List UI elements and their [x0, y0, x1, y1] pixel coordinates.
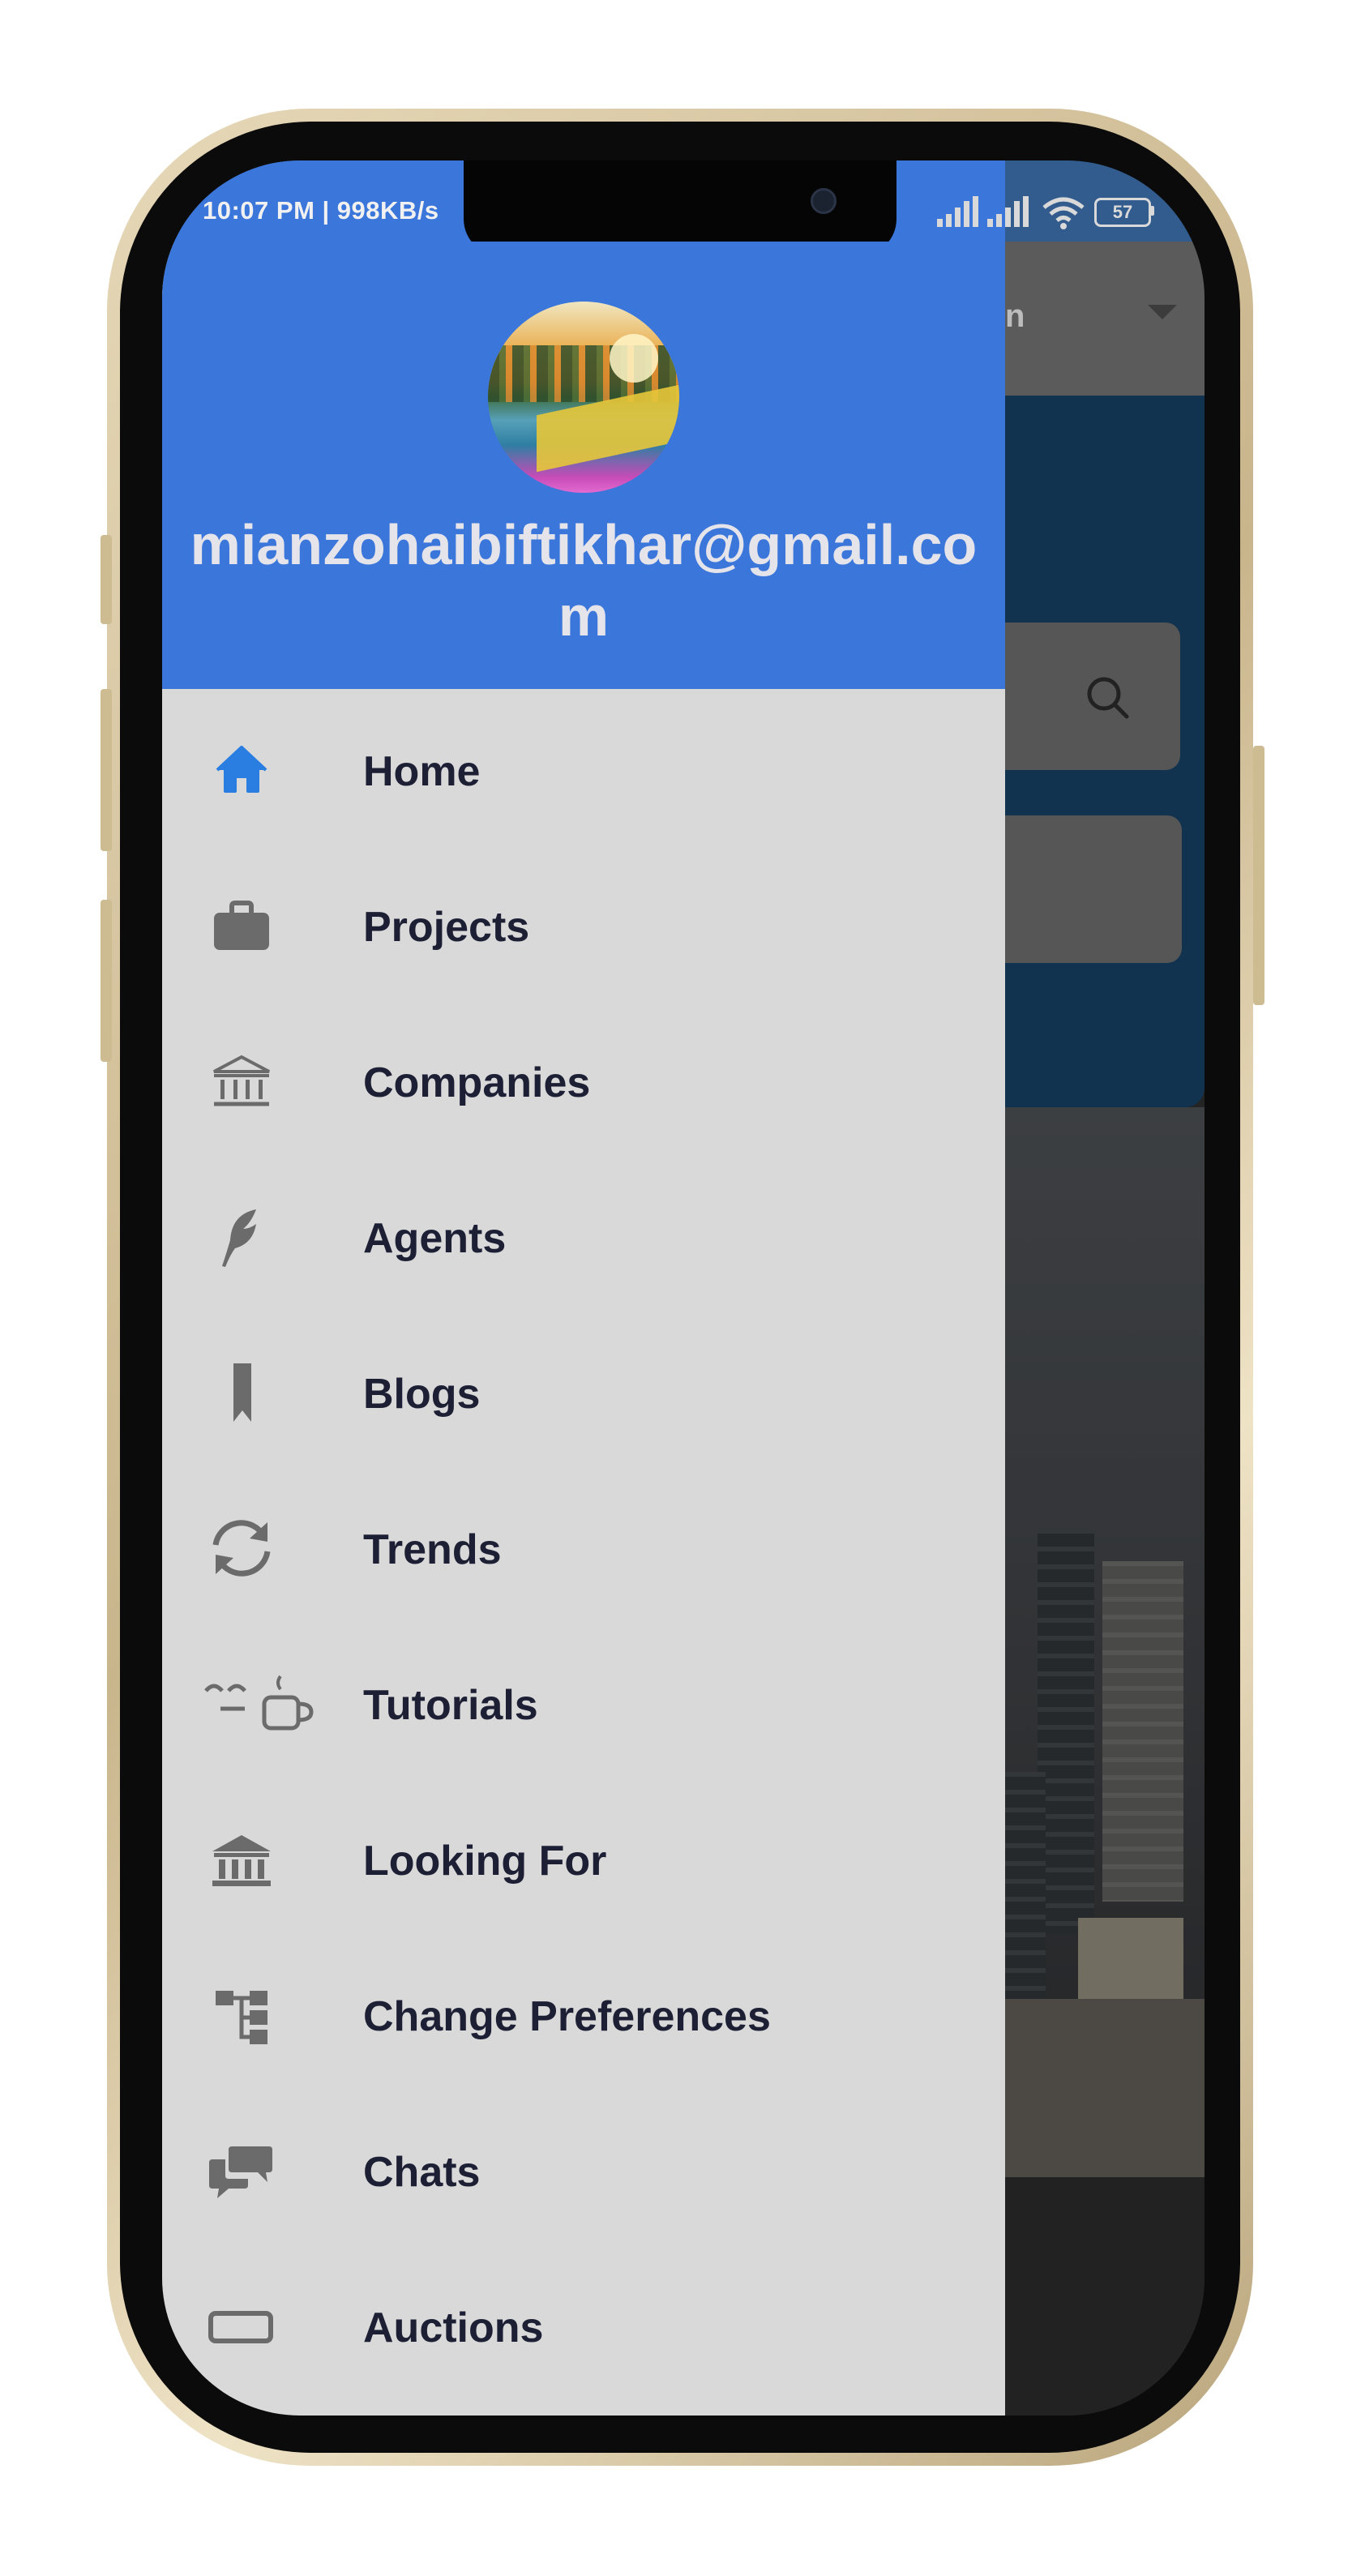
menu-item-home[interactable]: Home — [162, 689, 1005, 845]
bank-icon — [213, 1055, 270, 1106]
rectangle-icon — [208, 2311, 273, 2343]
coffee-break-icon — [204, 1675, 314, 1731]
refresh-icon — [212, 1520, 271, 1577]
drawer-header: mianzohaibiftikhar@gmail.com — [162, 242, 1005, 689]
menu-item-change-preferences[interactable]: Change Preferences — [162, 1934, 1005, 2090]
menu-item-tutorials[interactable]: Tutorials — [162, 1623, 1005, 1778]
menu-item-auctions[interactable]: Auctions — [162, 2245, 1005, 2401]
drawer-scrim[interactable] — [1005, 160, 1205, 2416]
menu-item-label: Home — [363, 748, 481, 795]
menu-item-label: Blogs — [363, 1371, 481, 1418]
sitemap-icon — [216, 1991, 267, 2044]
status-icons: 57 — [935, 195, 1179, 230]
battery-icon: 57 — [1094, 198, 1151, 227]
menu-item-trends[interactable]: Trends — [162, 1467, 1005, 1623]
menu-item-label: Tutorials — [363, 1682, 538, 1729]
menu-item-label: Looking For — [363, 1838, 607, 1885]
menu-item-label: Agents — [363, 1215, 507, 1262]
user-email: mianzohaibiftikhar@gmail.com — [190, 513, 978, 648]
status-time-speed: 10:07 PM | 998KB/s — [203, 196, 439, 225]
home-icon — [216, 746, 267, 793]
menu-item-label: Auctions — [363, 2304, 544, 2351]
wifi-icon — [1042, 197, 1085, 229]
menu-item-label: Companies — [363, 1059, 591, 1106]
signal-icon — [987, 196, 1029, 227]
menu-item-label: Projects — [363, 904, 530, 951]
mute-switch — [101, 535, 112, 624]
volume-down-button — [101, 900, 112, 1062]
briefcase-icon — [214, 901, 269, 950]
feather-icon — [222, 1209, 256, 1267]
menu-item-chats[interactable]: Chats — [162, 2090, 1005, 2245]
navigation-drawer: mianzohaibiftikhar@gmail.com Home Projec… — [162, 242, 1005, 2416]
menu-item-label: Change Preferences — [363, 1993, 771, 2040]
bookmark-icon — [233, 1363, 251, 1422]
front-camera — [811, 188, 837, 214]
volume-up-button — [101, 689, 112, 851]
menu-item-projects[interactable]: Projects — [162, 845, 1005, 1000]
power-button — [1253, 746, 1264, 1005]
phone-screen: n 10:07 PM | 998KB/s 57 mianzohaibiftikh… — [162, 160, 1205, 2416]
battery-tip — [1150, 206, 1154, 216]
signal-icon — [937, 196, 978, 227]
institution-icon — [212, 1835, 271, 1886]
avatar-sun — [610, 334, 658, 383]
avatar[interactable] — [488, 302, 679, 493]
menu-item-blogs[interactable]: Blogs — [162, 1312, 1005, 1467]
menu-item-looking-for[interactable]: Looking For — [162, 1778, 1005, 1934]
menu-item-label: Chats — [363, 2149, 481, 2196]
battery-level: 57 — [1112, 202, 1133, 222]
chat-bubbles-icon — [209, 2146, 272, 2198]
menu-item-label: Trends — [363, 1526, 502, 1573]
menu-item-companies[interactable]: Companies — [162, 1000, 1005, 1156]
menu-item-agents[interactable]: Agents — [162, 1156, 1005, 1312]
drawer-menu: Home Projects Companies Agents Blogs Tre… — [162, 689, 1005, 2401]
